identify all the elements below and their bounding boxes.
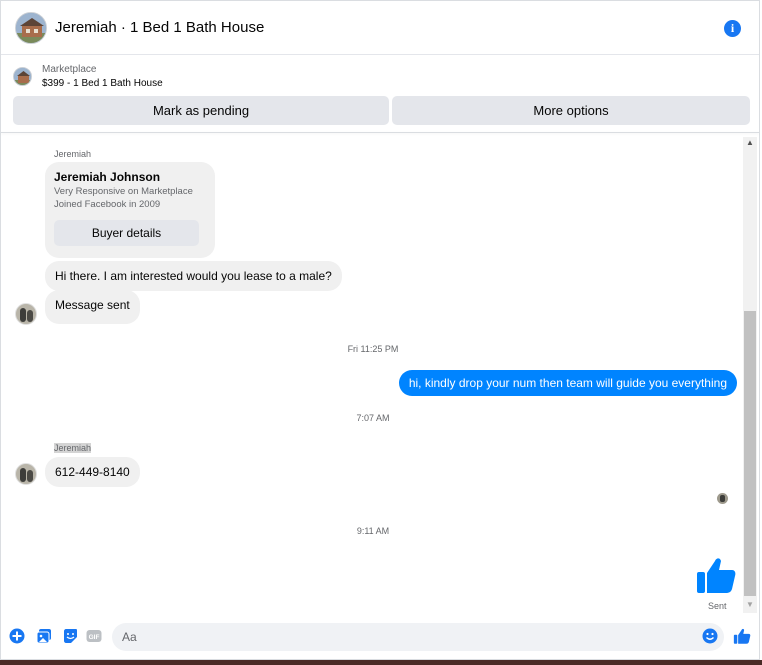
message-composer: GIF Aa bbox=[1, 621, 759, 653]
sender-avatar[interactable] bbox=[15, 463, 37, 485]
scrollbar-thumb[interactable] bbox=[744, 311, 756, 596]
chat-window: Jeremiah · 1 Bed 1 Bath House i Marketpl… bbox=[0, 0, 760, 660]
message-bubble[interactable]: Message sent bbox=[45, 290, 140, 324]
svg-text:GIF: GIF bbox=[89, 634, 100, 641]
seen-indicator-avatar bbox=[717, 493, 728, 504]
mark-as-pending-button[interactable]: Mark as pending bbox=[13, 96, 389, 125]
desktop-background-strip bbox=[0, 660, 762, 665]
timestamp: Fri 11:25 PM bbox=[347, 344, 399, 354]
thumbs-up-icon[interactable] bbox=[695, 555, 737, 595]
listing-avatar[interactable] bbox=[15, 11, 47, 44]
message-input[interactable]: Aa bbox=[112, 623, 724, 651]
chat-header: Jeremiah · 1 Bed 1 Bath House i bbox=[1, 1, 759, 55]
gif-icon[interactable]: GIF bbox=[86, 628, 102, 644]
sent-status: Sent bbox=[708, 601, 727, 611]
sender-name: Jeremiah bbox=[54, 443, 92, 453]
like-send-icon[interactable] bbox=[733, 627, 751, 645]
header-divider bbox=[1, 132, 759, 133]
sticker-icon[interactable] bbox=[62, 628, 78, 644]
listing-label: Marketplace bbox=[42, 64, 97, 75]
buyer-info-card: Jeremiah Johnson Very Responsive on Mark… bbox=[45, 162, 215, 258]
emoji-icon[interactable] bbox=[702, 628, 718, 644]
sender-avatar[interactable] bbox=[15, 303, 37, 325]
sender-name: Jeremiah bbox=[54, 149, 92, 159]
buyer-responsiveness: Very Responsive on Marketplace bbox=[54, 186, 193, 197]
message-bubble[interactable]: Hi there. I am interested would you leas… bbox=[45, 261, 342, 291]
more-options-button[interactable]: More options bbox=[392, 96, 750, 125]
buyer-joined: Joined Facebook in 2009 bbox=[54, 199, 161, 210]
chat-title[interactable]: Jeremiah · 1 Bed 1 Bath House bbox=[55, 19, 264, 36]
listing-description: $399 - 1 Bed 1 Bath House bbox=[42, 78, 163, 89]
photo-icon[interactable] bbox=[36, 628, 52, 644]
timestamp: 9:11 AM bbox=[356, 526, 390, 536]
buyer-details-button[interactable]: Buyer details bbox=[54, 220, 199, 246]
info-icon[interactable]: i bbox=[724, 20, 741, 37]
scroll-up-arrow[interactable]: ▲ bbox=[743, 137, 757, 149]
listing-thumbnail bbox=[13, 67, 32, 86]
scroll-down-arrow[interactable]: ▼ bbox=[743, 599, 757, 611]
listing-summary[interactable]: Marketplace $399 - 1 Bed 1 Bath House bbox=[13, 63, 163, 92]
message-bubble[interactable]: 612-449-8140 bbox=[45, 457, 140, 487]
timestamp: 7:07 AM bbox=[356, 413, 390, 423]
outgoing-message-bubble[interactable]: hi, kindly drop your num then team will … bbox=[398, 370, 737, 396]
buyer-name: Jeremiah Johnson bbox=[54, 170, 161, 184]
plus-icon[interactable] bbox=[9, 628, 25, 644]
